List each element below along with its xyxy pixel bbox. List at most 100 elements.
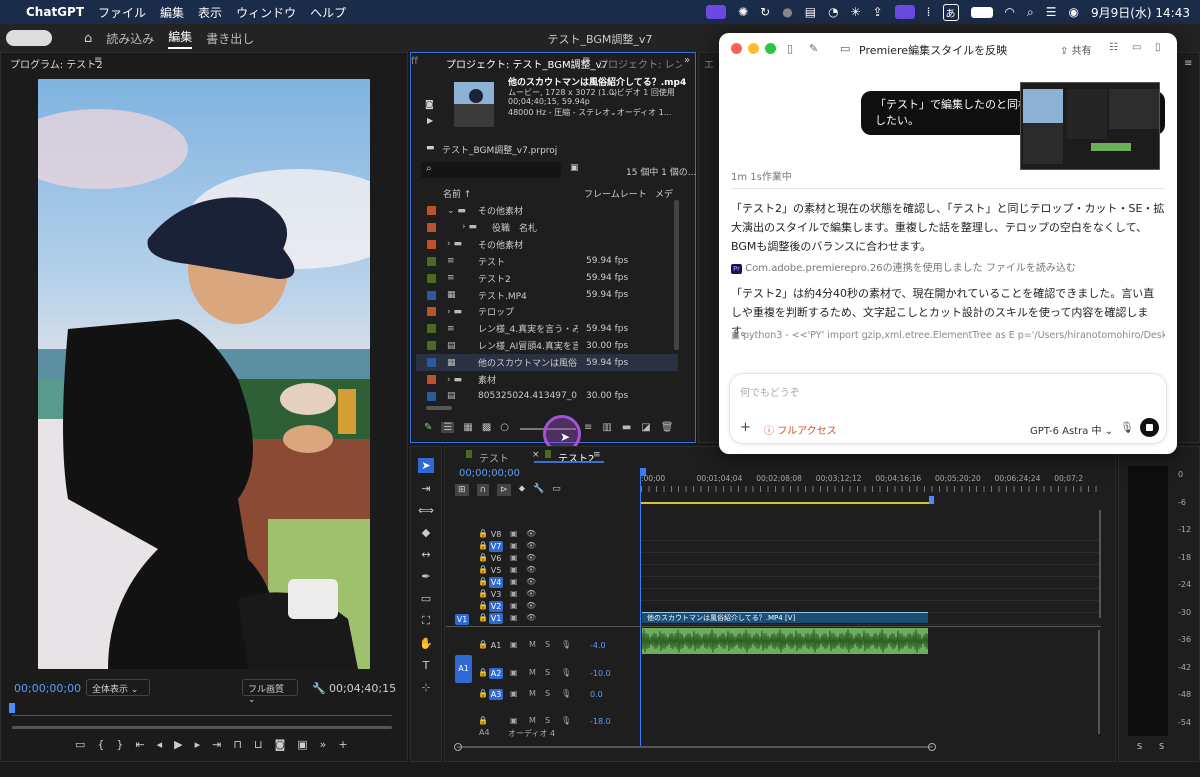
mute-button[interactable]: M: [529, 640, 536, 649]
microphone-icon[interactable]: 🎙: [1120, 421, 1134, 434]
input-source[interactable]: あ: [942, 3, 959, 21]
sync-lock-icon[interactable]: ▣: [510, 613, 518, 622]
label-color-swatch[interactable]: [427, 375, 436, 384]
microphone-icon[interactable]: 🎙: [561, 689, 571, 698]
trash-icon[interactable]: 🗑: [661, 422, 674, 433]
playhead-marker[interactable]: [9, 703, 15, 713]
audio-vscroll[interactable]: [1098, 630, 1100, 734]
nest-icon[interactable]: ⊞: [455, 484, 469, 496]
track-lock-icon[interactable]: 🔒: [478, 716, 488, 725]
clipboard-icon[interactable]: ▤: [805, 5, 816, 19]
freeform-view-icon[interactable]: ▩: [482, 422, 491, 433]
share-button[interactable]: ⇪ 共有: [1060, 42, 1092, 57]
track-row[interactable]: [641, 564, 1099, 565]
project-vscroll[interactable]: [674, 200, 679, 350]
step-back-icon[interactable]: ◂: [157, 738, 163, 751]
linked-select-icon[interactable]: ⊳: [497, 484, 511, 496]
panel-menu-icon[interactable]: ≡: [1184, 58, 1192, 69]
mute-button[interactable]: M: [529, 689, 536, 698]
project-item-row[interactable]: › ▬ 役職 名札: [416, 219, 678, 236]
track-row[interactable]: [641, 588, 1099, 589]
col-fps-header[interactable]: フレームレート: [584, 187, 647, 200]
timeline-playhead[interactable]: [640, 468, 641, 748]
track-lock-icon[interactable]: 🔒: [478, 553, 488, 562]
sync-lock-icon[interactable]: ▣: [510, 689, 518, 698]
refresh-icon[interactable]: ↻: [760, 5, 770, 19]
track-row[interactable]: [641, 624, 1099, 625]
label-color-swatch[interactable]: [427, 239, 436, 249]
workspace-edit[interactable]: 編集: [168, 28, 193, 49]
camera-icon[interactable]: ◙: [275, 738, 286, 751]
workspace-export[interactable]: 書き出し: [206, 30, 254, 47]
close-tab-icon[interactable]: ×: [532, 450, 540, 460]
lift-icon[interactable]: ⊓: [233, 738, 242, 751]
video-clip[interactable]: 他のスカウトマンは風俗紹介してる？.MP4 [V]: [642, 612, 928, 623]
share-icon[interactable]: ⇪: [873, 5, 883, 19]
eye-icon[interactable]: 👁: [526, 541, 536, 550]
solo-button[interactable]: S: [545, 689, 550, 698]
new-bin-icon[interactable]: ▬: [622, 422, 631, 433]
more-icon[interactable]: »: [320, 738, 327, 751]
tool-call[interactable]: Pr Com.adobe.premierepro.26の連携を使用しました ファ…: [731, 259, 1076, 274]
sidebar-icon[interactable]: ▯: [787, 42, 793, 55]
play-thumb-icon[interactable]: ▶: [427, 116, 433, 125]
razor-icon[interactable]: ◆: [422, 526, 430, 539]
label-color-swatch[interactable]: [427, 290, 436, 300]
new-item-icon[interactable]: ◪: [641, 422, 650, 433]
sort-icon[interactable]: ≡: [584, 422, 592, 433]
track-lock-icon[interactable]: 🔒: [478, 613, 488, 622]
wifi-icon[interactable]: ◠: [1005, 5, 1015, 19]
pencil-icon[interactable]: ✎: [424, 422, 432, 433]
microphone-icon[interactable]: 🎙: [561, 716, 571, 725]
track-volume[interactable]: -10.0: [590, 669, 611, 678]
sync-lock-icon[interactable]: ▣: [510, 553, 518, 562]
sync-lock-icon[interactable]: ▣: [510, 716, 518, 725]
panel-menu-icon[interactable]: ≡: [94, 55, 102, 66]
track-lock-icon[interactable]: 🔒: [478, 589, 488, 598]
program-timecode[interactable]: 00;00;00;00: [14, 682, 81, 695]
automate-icon[interactable]: ▥: [602, 422, 611, 433]
video-vscroll[interactable]: [1099, 510, 1101, 618]
eye-icon[interactable]: 👁: [526, 589, 536, 598]
track-target-a2[interactable]: A2: [489, 668, 503, 679]
eye-icon[interactable]: 👁: [526, 577, 536, 586]
panel-menu-icon[interactable]: ≡: [593, 450, 601, 460]
compare-icon[interactable]: ▣: [297, 738, 307, 751]
program-ruler[interactable]: [12, 704, 392, 716]
feed-icon[interactable]: ◔: [828, 5, 838, 19]
extract-icon[interactable]: ⊔: [254, 738, 263, 751]
stop-button[interactable]: [1140, 418, 1159, 437]
track-lock-icon[interactable]: 🔒: [478, 668, 488, 677]
track-target-v6[interactable]: V6: [489, 553, 503, 564]
source-v1[interactable]: V1: [455, 612, 469, 625]
sparkle-icon[interactable]: ✳: [851, 5, 861, 19]
sync-lock-icon[interactable]: ▣: [510, 601, 518, 610]
menu-window[interactable]: ウィンドウ: [236, 4, 296, 21]
track-lock-icon[interactable]: 🔒: [478, 601, 488, 610]
quality-select[interactable]: フル画質 ⌄: [242, 679, 298, 705]
track-lock-icon[interactable]: 🔒: [478, 541, 488, 550]
label-color-swatch[interactable]: [427, 341, 436, 351]
window-icon[interactable]: [894, 5, 915, 19]
close-window-button[interactable]: [731, 43, 742, 54]
sync-lock-icon[interactable]: ▣: [510, 577, 518, 586]
dots-icon[interactable]: ⁞: [927, 5, 931, 19]
sidebar-toggle-button[interactable]: [6, 30, 52, 46]
track-lock-icon[interactable]: 🔒: [478, 640, 488, 649]
hand-tool-icon[interactable]: ✋: [419, 637, 433, 650]
app-menu[interactable]: ChatGPT: [26, 5, 84, 19]
zoom-slider-icon[interactable]: ○: [500, 422, 509, 433]
track-target-v7[interactable]: V7: [489, 541, 503, 552]
zoom-select[interactable]: 全体表示 ⌄: [86, 679, 150, 696]
label-color-swatch[interactable]: [427, 256, 436, 266]
attached-screenshot[interactable]: [1020, 82, 1160, 170]
track-volume[interactable]: 0.0: [590, 690, 603, 699]
search-icon[interactable]: ⌕: [1027, 5, 1034, 20]
go-to-in-icon[interactable]: ⇤: [135, 738, 144, 751]
chat-more-icon[interactable]: ···: [997, 41, 1008, 54]
timeline-timecode[interactable]: 00;00;00;00: [459, 468, 520, 479]
wrench-icon[interactable]: 🔧: [312, 682, 326, 695]
effects-tab[interactable]: エ: [704, 56, 714, 71]
project-item-row[interactable]: ▤ レン様_AI冒頭4.真実を言 30.00 fps: [416, 337, 678, 354]
mute-button[interactable]: M: [529, 668, 536, 677]
